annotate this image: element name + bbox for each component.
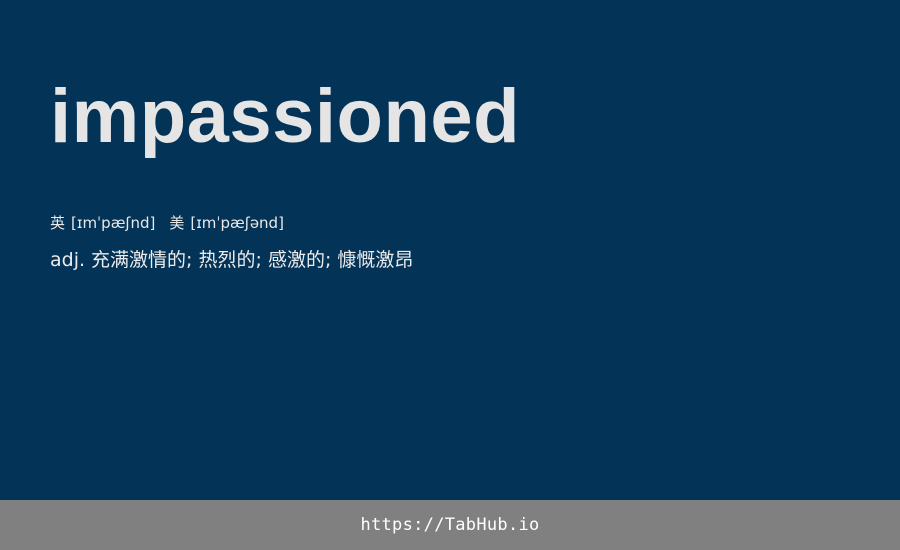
footer-bar: https://TabHub.io: [0, 500, 900, 550]
definition-text: adj. 充满激情的; 热烈的; 感激的; 慷慨激昂: [50, 249, 414, 271]
main-panel: impassioned 英 [ɪmˈpæʃnd] 美 [ɪmˈpæʃənd] adj.…: [0, 0, 900, 500]
word-heading: impassioned: [50, 74, 521, 159]
uk-label: 英: [50, 214, 66, 232]
phonetics-row: 英 [ɪmˈpæʃnd] 美 [ɪmˈpæʃənd]: [50, 212, 284, 234]
tabhub-link[interactable]: https://TabHub.io: [360, 515, 539, 535]
us-label: 美: [169, 214, 185, 232]
uk-phonetic: [ɪmˈpæʃnd]: [71, 214, 156, 232]
us-phonetic: [ɪmˈpæʃənd]: [190, 214, 284, 232]
